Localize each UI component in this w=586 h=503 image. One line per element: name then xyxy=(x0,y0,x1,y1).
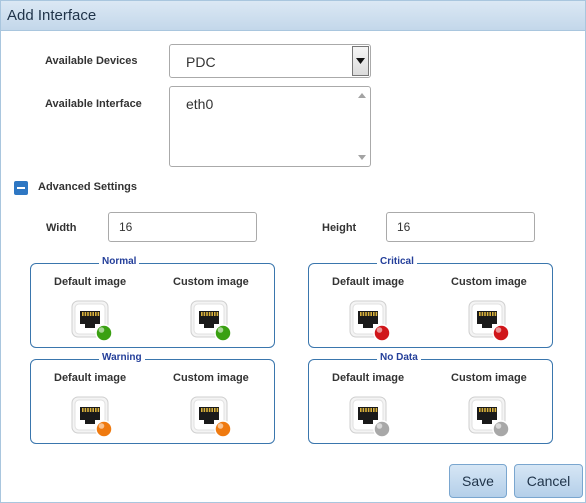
custom-image-label: Custom image xyxy=(451,276,527,288)
advanced-settings-label[interactable]: Advanced Settings xyxy=(38,181,137,193)
group-legend: Critical xyxy=(377,256,417,267)
status-group-critical: Critical Default image Custom image xyxy=(308,256,553,348)
scroll-up-icon[interactable] xyxy=(358,93,366,98)
add-interface-dialog: Add Interface Available Devices PDC Avai… xyxy=(0,0,586,503)
default-image-label: Default image xyxy=(332,276,405,288)
available-interface-listbox[interactable]: eth0 xyxy=(169,86,371,167)
status-group-no-data: No Data Default image Custom image xyxy=(308,352,553,444)
chevron-down-icon xyxy=(356,58,365,64)
width-value: 16 xyxy=(119,220,133,234)
listbox-scrollbar[interactable] xyxy=(354,88,369,165)
default-image-label: Default image xyxy=(332,372,405,384)
status-group-warning: Warning Default image Custom image xyxy=(30,352,275,444)
custom-image-label: Custom image xyxy=(451,372,527,384)
status-group-normal: Normal Default image Custom image xyxy=(30,256,275,348)
group-legend: No Data xyxy=(377,352,421,363)
dialog-title: Add Interface xyxy=(7,7,97,24)
custom-network-port-icon[interactable] xyxy=(188,298,234,344)
group-legend: Warning xyxy=(99,352,145,363)
width-label: Width xyxy=(46,222,77,234)
default-network-port-icon[interactable] xyxy=(69,394,115,440)
available-devices-label: Available Devices xyxy=(45,55,138,67)
cancel-button[interactable]: Cancel xyxy=(514,464,583,498)
default-network-port-icon[interactable] xyxy=(347,298,393,344)
height-value: 16 xyxy=(397,220,411,234)
collapse-toggle-button[interactable] xyxy=(14,181,28,195)
default-network-port-icon[interactable] xyxy=(69,298,115,344)
dialog-titlebar[interactable]: Add Interface xyxy=(1,1,585,31)
custom-network-port-icon[interactable] xyxy=(466,394,512,440)
custom-image-label: Custom image xyxy=(173,276,249,288)
interface-option[interactable]: eth0 xyxy=(186,96,213,112)
default-image-label: Default image xyxy=(54,276,127,288)
custom-network-port-icon[interactable] xyxy=(188,394,234,440)
custom-image-label: Custom image xyxy=(173,372,249,384)
group-legend: Normal xyxy=(99,256,140,267)
height-label: Height xyxy=(322,222,357,234)
save-button[interactable]: Save xyxy=(449,464,507,498)
height-input[interactable]: 16 xyxy=(386,212,535,242)
width-input[interactable]: 16 xyxy=(108,212,257,242)
available-interface-label: Available Interface xyxy=(45,98,142,110)
custom-network-port-icon[interactable] xyxy=(466,298,512,344)
minus-icon xyxy=(17,187,25,189)
default-image-label: Default image xyxy=(54,372,127,384)
default-network-port-icon[interactable] xyxy=(347,394,393,440)
available-devices-value: PDC xyxy=(186,54,216,70)
available-devices-select[interactable]: PDC xyxy=(169,44,371,78)
dropdown-arrow-button[interactable] xyxy=(352,46,369,76)
scroll-down-icon[interactable] xyxy=(358,155,366,160)
